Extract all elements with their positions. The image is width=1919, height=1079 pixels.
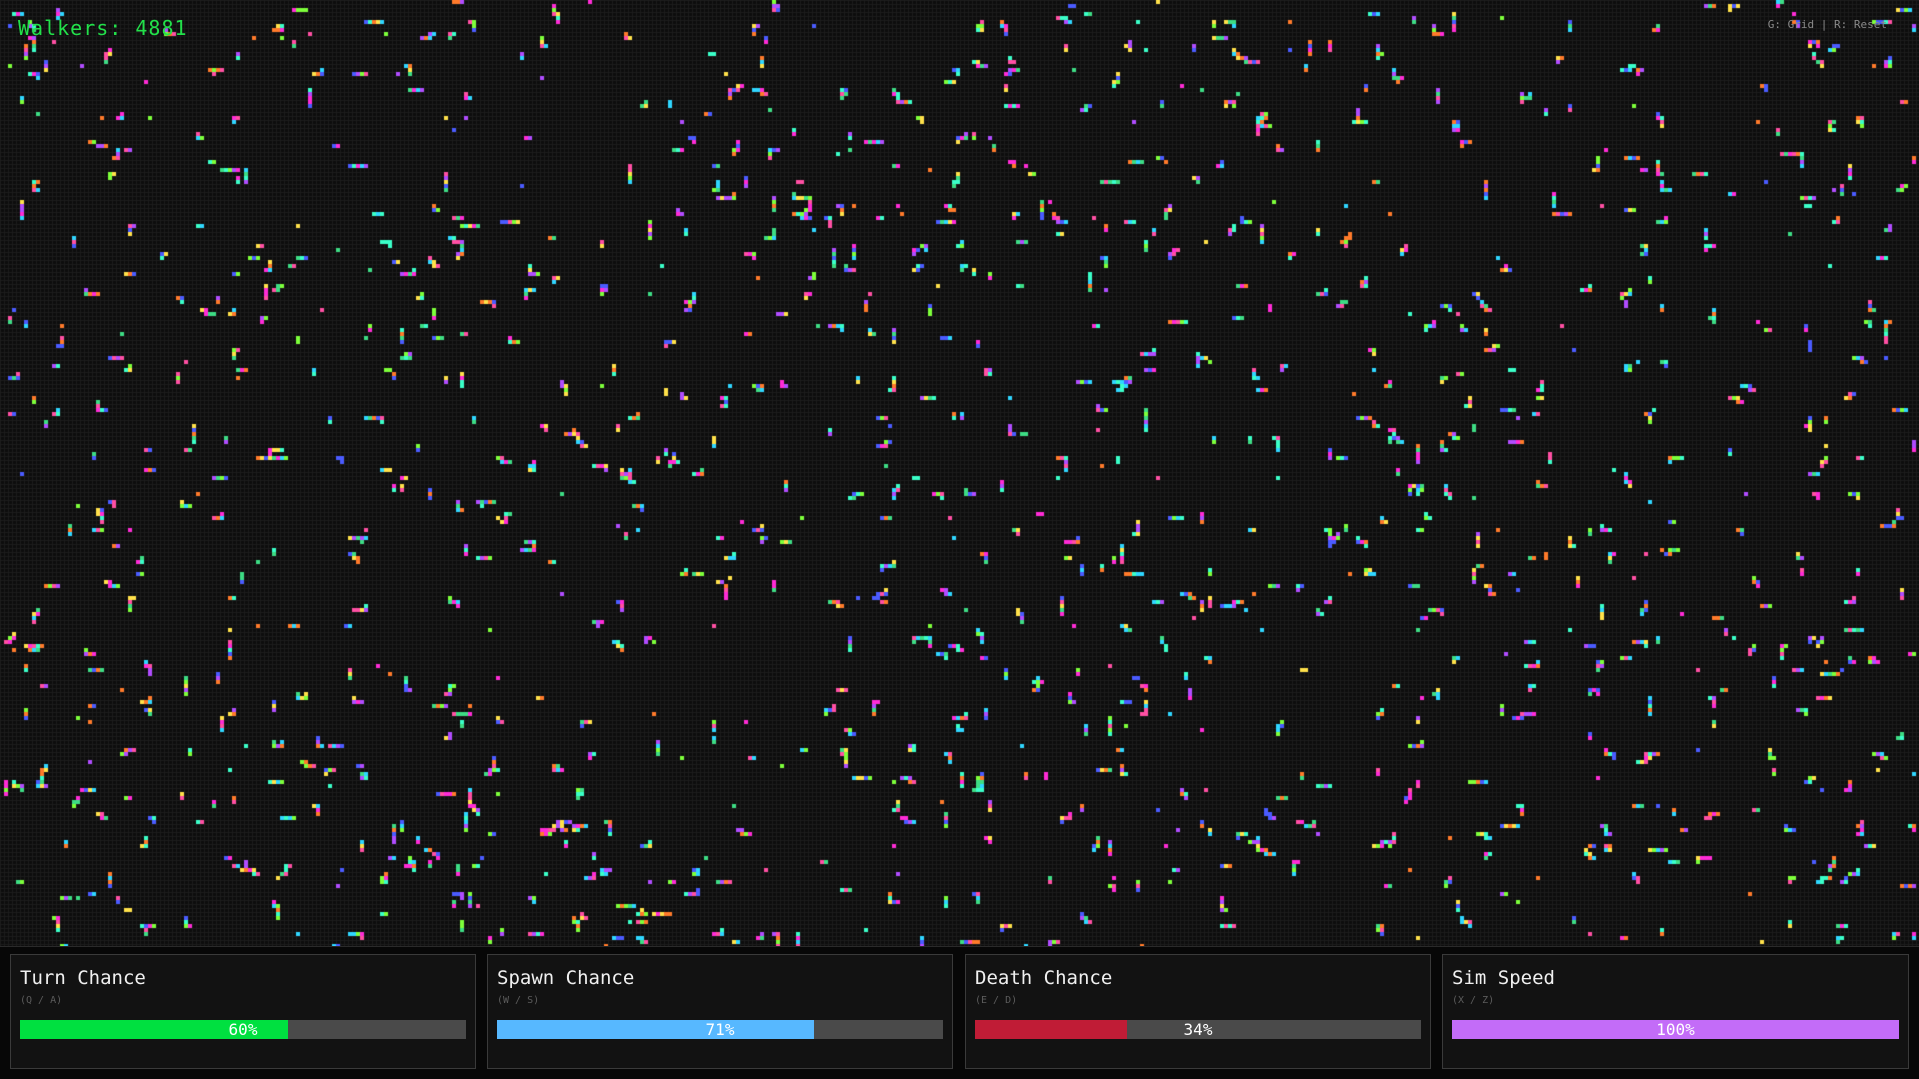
simulation-stage: Walkers: 4881 G: Grid | R: Reset Turn Ch… — [0, 0, 1919, 1079]
sim-speed-keys: (X / Z) — [1452, 995, 1495, 1006]
spawn-chance-title: Spawn Chance — [497, 967, 635, 989]
sim-speed-title: Sim Speed — [1452, 967, 1555, 989]
death-chance-value: 34% — [1183, 1020, 1213, 1039]
turn-chance-title: Turn Chance — [20, 967, 146, 989]
death-chance-panel: Death Chance (E / D) 34% — [965, 954, 1431, 1069]
sim-speed-slider[interactable]: 100% — [1452, 1020, 1899, 1039]
death-chance-keys: (E / D) — [975, 995, 1018, 1006]
sim-speed-panel: Sim Speed (X / Z) 100% — [1442, 954, 1909, 1069]
turn-chance-panel: Turn Chance (Q / A) 60% — [10, 954, 476, 1069]
death-chance-slider[interactable]: 34% — [975, 1020, 1421, 1039]
turn-chance-slider[interactable]: 60% — [20, 1020, 466, 1039]
spawn-chance-panel: Spawn Chance (W / S) 71% — [487, 954, 953, 1069]
control-panel-bar: Turn Chance (Q / A) 60% Spawn Chance (W … — [0, 946, 1919, 1079]
keyboard-hint: G: Grid | R: Reset — [1767, 18, 1887, 31]
death-chance-title: Death Chance — [975, 967, 1113, 989]
spawn-chance-value: 71% — [705, 1020, 735, 1039]
spawn-chance-keys: (W / S) — [497, 995, 540, 1006]
spawn-chance-slider[interactable]: 71% — [497, 1020, 943, 1039]
sim-speed-value: 100% — [1656, 1020, 1695, 1039]
walker-count: Walkers: 4881 — [18, 16, 188, 40]
turn-chance-keys: (Q / A) — [20, 995, 63, 1006]
turn-chance-value: 60% — [228, 1020, 258, 1039]
walker-grid-canvas[interactable] — [0, 0, 1919, 948]
